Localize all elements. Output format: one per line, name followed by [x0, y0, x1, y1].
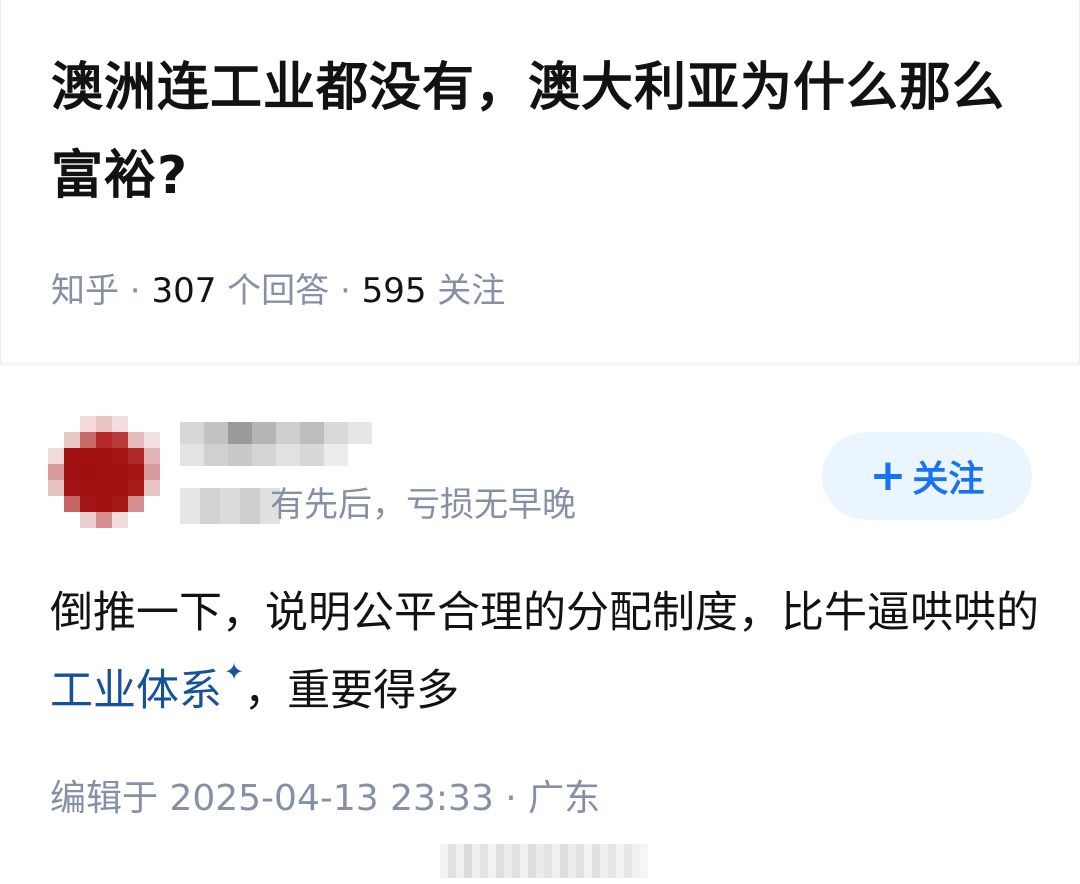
question-title[interactable]: 澳洲连工业都没有，澳大利亚为什么那么富裕?	[51, 44, 1041, 220]
edit-time-location: 编辑于 2025-04-13 23:33 · 广东	[50, 778, 601, 819]
author-bio-text: 有先后，亏损无早晚	[270, 485, 576, 525]
answer-text-part2: ，重要得多	[244, 666, 460, 716]
answer-count: 307	[151, 271, 217, 311]
follow-count-label: 关注	[426, 271, 506, 311]
zhihu-answer-page: 澳洲连工业都没有，澳大利亚为什么那么富裕? 知乎 · 307 个回答 · 595…	[0, 0, 1080, 884]
avatar[interactable]	[48, 416, 160, 528]
answer-count-label: 个回答	[216, 271, 330, 311]
follow-button-label: 关注	[912, 459, 985, 500]
keyword-link[interactable]: 工业体系	[50, 666, 222, 716]
answer-content[interactable]: 倒推一下，说明公平合理的分配制度，比牛逼哄哄的工业体系✦，重要得多	[50, 574, 1040, 730]
redacted-bar	[440, 844, 650, 878]
source-label: 知乎	[51, 271, 119, 311]
follow-button[interactable]: + 关注	[822, 432, 1032, 520]
plus-icon: +	[869, 450, 907, 501]
answer-item: 有先后，亏损无早晚 + 关注 倒推一下，说明公平合理的分配制度，比牛逼哄哄的工业…	[0, 366, 1080, 884]
question-meta: 知乎 · 307 个回答 · 595 关注	[51, 271, 506, 311]
follow-count: 595	[361, 271, 427, 311]
question-card[interactable]: 澳洲连工业都没有，澳大利亚为什么那么富裕? 知乎 · 307 个回答 · 595…	[0, 0, 1080, 363]
answer-text-part1: 倒推一下，说明公平合理的分配制度，比牛逼哄哄的	[50, 588, 1039, 638]
author-name-redacted[interactable]	[180, 422, 380, 466]
sparkle-icon: ✦	[224, 658, 245, 686]
